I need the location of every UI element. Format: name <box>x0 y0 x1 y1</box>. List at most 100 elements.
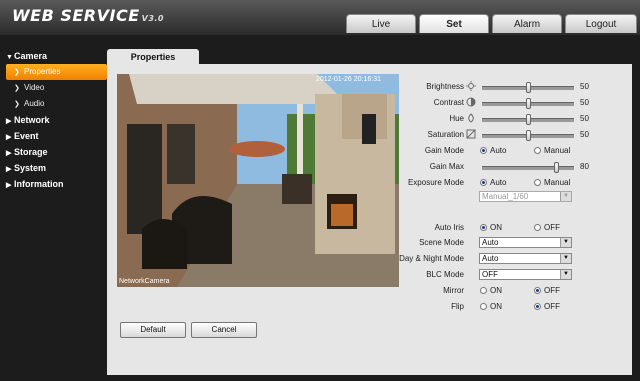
blc-mode-value: OFF <box>482 270 498 279</box>
chevron-down-icon: ▼ <box>560 254 571 263</box>
tab-logout[interactable]: Logout <box>565 14 637 33</box>
top-header: WEB SERVICE V3.0 Live Set Alarm Logout <box>0 0 640 35</box>
auto-iris-on-label: ON <box>490 223 502 232</box>
tab-live[interactable]: Live <box>346 14 416 33</box>
hue-slider[interactable] <box>482 114 574 125</box>
contrast-icon <box>466 97 476 107</box>
auto-iris-on-radio[interactable] <box>480 224 487 231</box>
tab-alarm[interactable]: Alarm <box>492 14 562 33</box>
sidebar-item-label: Information <box>14 179 64 189</box>
exposure-manual-radio[interactable] <box>534 179 541 186</box>
saturation-slider[interactable] <box>482 130 574 141</box>
day-night-mode-select[interactable]: Auto ▼ <box>479 253 572 264</box>
saturation-icon <box>466 129 476 139</box>
tab-properties[interactable]: Properties <box>107 49 199 65</box>
app-version: V3.0 <box>141 14 164 23</box>
brightness-icon <box>466 81 476 91</box>
exposure-manual-label: Manual <box>544 178 571 187</box>
exposure-auto-radio[interactable] <box>480 179 487 186</box>
tab-set[interactable]: Set <box>419 14 489 33</box>
mirror-off-radio[interactable] <box>534 287 541 294</box>
sidebar-item-network[interactable]: ▶ Network <box>0 112 107 128</box>
sidebar-item-label: Audio <box>24 99 45 108</box>
flip-off-label: OFF <box>544 302 560 311</box>
scene-mode-value: Auto <box>482 238 499 247</box>
chevron-right-icon: ❯ <box>14 85 20 92</box>
collapsed-arrow-icon: ▶ <box>6 182 12 189</box>
contrast-slider[interactable] <box>482 98 574 109</box>
cancel-button[interactable]: Cancel <box>191 322 257 338</box>
chevron-right-icon: ❯ <box>14 101 20 108</box>
gain-mode-manual-radio[interactable] <box>534 147 541 154</box>
auto-iris-off-label: OFF <box>544 223 560 232</box>
default-button[interactable]: Default <box>120 322 186 338</box>
slider-handle[interactable] <box>526 82 531 93</box>
gain-mode-manual-label: Manual <box>544 146 571 155</box>
hue-icon <box>466 113 476 123</box>
blc-mode-label: BLC Mode <box>426 270 464 279</box>
sidebar-item-label: Storage <box>14 147 48 157</box>
hue-value: 50 <box>580 114 589 123</box>
exposure-auto-label: Auto <box>490 178 507 187</box>
gain-mode-auto-label: Auto <box>490 146 507 155</box>
mirror-on-radio[interactable] <box>480 287 487 294</box>
sidebar-item-label: System <box>14 163 47 173</box>
flip-on-radio[interactable] <box>480 303 487 310</box>
sidebar-item-label: Network <box>14 115 50 125</box>
slider-handle[interactable] <box>526 98 531 109</box>
gain-max-slider[interactable] <box>482 162 574 173</box>
day-night-mode-label: Day & Night Mode <box>399 254 464 263</box>
brightness-label: Brightness <box>426 82 464 91</box>
flip-on-label: ON <box>490 302 502 311</box>
sidebar-item-label: Video <box>24 83 45 92</box>
chevron-right-icon: ❯ <box>14 69 20 76</box>
app-title: WEB SERVICE <box>12 6 140 25</box>
sidebar-item-storage[interactable]: ▶ Storage <box>0 144 107 160</box>
slider-handle[interactable] <box>526 130 531 141</box>
sidebar-item-system[interactable]: ▶ System <box>0 160 107 176</box>
chevron-down-icon: ▼ <box>560 238 571 247</box>
gain-mode-label: Gain Mode <box>424 146 464 155</box>
gain-mode-auto-radio[interactable] <box>480 147 487 154</box>
sidebar-item-label: Properties <box>24 67 61 76</box>
sidebar-item-information[interactable]: ▶ Information <box>0 176 107 192</box>
exposure-mode-label: Exposure Mode <box>407 178 464 187</box>
main-tabs: Live Set Alarm Logout <box>346 14 640 34</box>
sidebar-item-video[interactable]: ❯ Video <box>0 80 107 96</box>
sidebar-item-audio[interactable]: ❯ Audio <box>0 96 107 112</box>
hue-label: Hue <box>449 114 464 123</box>
exposure-value-text: Manual_1/60 <box>482 192 529 201</box>
sidebar-item-properties[interactable]: ❯ Properties <box>6 64 107 80</box>
camera-scene-image <box>117 74 399 287</box>
saturation-value: 50 <box>580 130 589 139</box>
saturation-label: Saturation <box>427 130 464 139</box>
contrast-label: Contrast <box>433 98 464 107</box>
auto-iris-off-radio[interactable] <box>534 224 541 231</box>
mirror-on-label: ON <box>490 286 502 295</box>
slider-handle[interactable] <box>553 162 559 173</box>
exposure-value-select[interactable]: Manual_1/60 ▼ <box>479 191 572 202</box>
gain-max-value: 80 <box>580 162 589 171</box>
brightness-slider[interactable] <box>482 82 574 93</box>
app-logo: WEB SERVICE V3.0 <box>12 6 164 25</box>
scene-mode-label: Scene Mode <box>419 238 464 247</box>
flip-label: Flip <box>451 302 464 311</box>
chevron-down-icon: ▼ <box>560 192 571 201</box>
sidebar-item-label: Event <box>14 131 39 141</box>
camera-preview: 2012-01-26 20:16:31 NetworkCamera <box>117 74 399 287</box>
sidebar-item-label: Camera <box>14 51 48 61</box>
sidebar-item-camera[interactable]: ▼Camera <box>0 48 107 64</box>
mirror-off-label: OFF <box>544 286 560 295</box>
mirror-label: Mirror <box>443 286 464 295</box>
sidebar-nav: ▼Camera ❯ Properties ❯ Video ❯ Audio ▶ Netwo… <box>0 48 107 192</box>
preview-channel-name: NetworkCamera <box>119 278 170 285</box>
blc-mode-select[interactable]: OFF ▼ <box>479 269 572 280</box>
scene-mode-select[interactable]: Auto ▼ <box>479 237 572 248</box>
chevron-down-icon: ▼ <box>560 270 571 279</box>
gain-max-label: Gain Max <box>429 162 464 171</box>
sidebar-item-event[interactable]: ▶ Event <box>0 128 107 144</box>
expanded-arrow-icon: ▼ <box>6 54 13 61</box>
flip-off-radio[interactable] <box>534 303 541 310</box>
slider-handle[interactable] <box>526 114 531 125</box>
brightness-value: 50 <box>580 82 589 91</box>
